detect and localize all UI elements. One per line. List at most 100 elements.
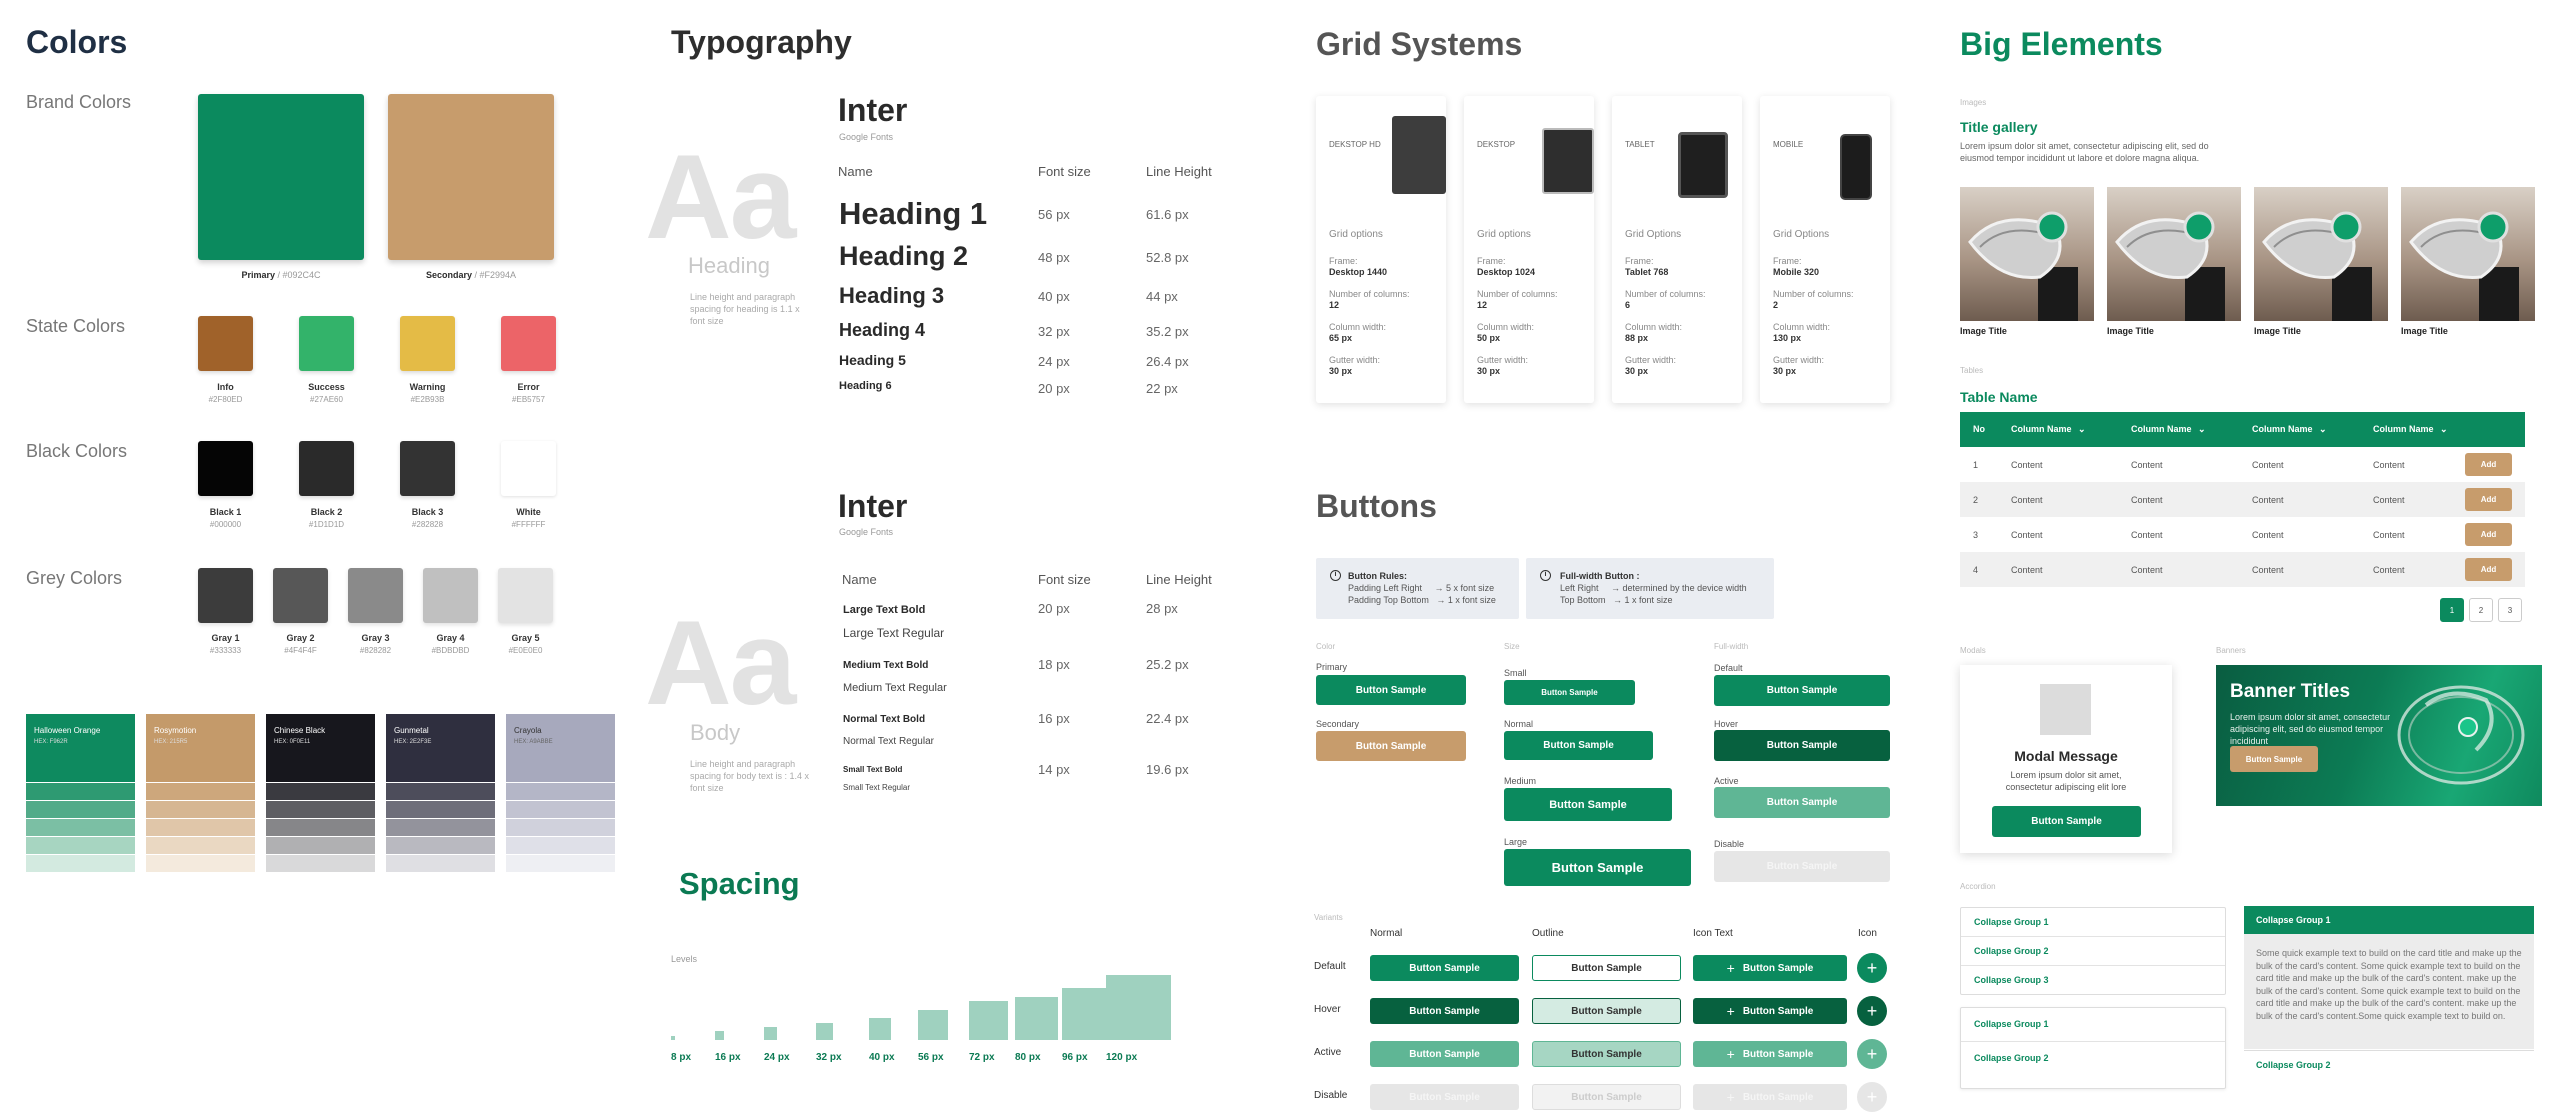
banner-button[interactable]: Button Sample [2230,746,2318,772]
table-name: Table Name [1960,389,2038,405]
palette-shade-swatch [266,855,375,872]
state-colors-label: State Colors [26,316,126,336]
black-swatch-hex: #FFFFFF [511,520,546,529]
palette-shade-swatch [266,783,375,800]
table-col-header[interactable]: Column Name ⌄ [2131,424,2206,435]
black-colors-label: Black Colors [26,441,128,461]
spacing-label: 8 px [671,1052,692,1063]
fullwidth-default-button[interactable]: Button Sample [1714,675,1890,706]
normal-button[interactable]: Button Sample [1504,731,1653,760]
plus-icon[interactable]: + [1857,1039,1887,1069]
accordion-item[interactable]: Collapse Group 2 [2244,1050,2534,1078]
fw-hover-label: Hover [1714,719,1739,729]
table-row [1960,447,2525,482]
accordion-item-label[interactable]: Collapse Group 2 [1974,1053,2049,1063]
palette-shade-swatch [146,819,255,836]
black-swatch [400,441,455,496]
table-col-header[interactable]: Column Name ⌄ [2252,424,2327,435]
gallery-description: Lorem ipsum dolor sit amet, consectetur … [1960,141,2209,163]
palette-shade-swatch [146,837,255,854]
spacing-label: 72 px [969,1052,995,1063]
accordion-open-header[interactable]: Collapse Group 1 [2244,906,2534,934]
spacing-bar [671,1035,675,1040]
variant-outline-button[interactable]: Button Sample [1532,998,1681,1024]
body-bold-sample: Large Text Bold [843,604,926,616]
accordion-item-label[interactable]: Collapse Group 1 [1974,917,2049,927]
plus-icon[interactable]: + [1857,996,1887,1026]
heading-sample-1: Heading 1 [839,196,988,231]
variant-outline-button: Button Sample [1532,1084,1681,1110]
body-regular-sample: Medium Text Regular [843,682,947,694]
variant-normal-button[interactable]: Button Sample [1370,955,1519,981]
variant-icontext-button[interactable]: + Button Sample [1693,1041,1847,1067]
accordion-label: Accordion [1960,882,1996,891]
plus-icon: + [1726,1089,1735,1105]
body-line-height: 28 px [1146,601,1178,616]
modal-button[interactable]: Button Sample [1992,806,2141,837]
palette-name: Chinese Black [274,726,326,735]
table-row [1960,552,2525,587]
modal-card: Modal Message Lorem ipsum dolor sit amet… [1960,665,2172,853]
variant-icontext-button[interactable]: + Button Sample [1693,955,1847,981]
spacing-bar [969,1001,1008,1040]
plus-icon[interactable]: + [1857,953,1887,983]
table-cell: Content [2252,495,2284,505]
large-button[interactable]: Button Sample [1504,849,1691,886]
divider [1961,1041,2225,1042]
variant-icontext-header: Icon Text [1693,928,1733,939]
btn-color-label: Color [1316,642,1336,651]
body-col-lh: Line Height [1146,572,1212,587]
plus-icon: + [1726,960,1735,976]
plus-icon: + [1726,1046,1735,1062]
table-cell: Content [2252,460,2284,470]
pagination-page[interactable]: 1 [2440,598,2464,622]
grid-field-value: Desktop 1024 [1477,267,1536,277]
add-button[interactable]: Add [2465,453,2512,476]
spacing-bar [1106,975,1171,1040]
variant-normal-button[interactable]: Button Sample [1370,1041,1519,1067]
chevron-down-icon: ⌄ [2195,424,2206,434]
small-button[interactable]: Button Sample [1504,680,1635,705]
fullwidth-hover-button[interactable]: Button Sample [1714,730,1890,761]
accordion-item-label[interactable]: Collapse Group 2 [1974,946,2049,956]
grid-option-title: Grid Options [1773,229,1830,240]
variant-outline-button[interactable]: Button Sample [1532,955,1681,981]
table-col-header[interactable]: Column Name ⌄ [2373,424,2448,435]
variant-normal-button[interactable]: Button Sample [1370,998,1519,1024]
palette-shade-swatch [386,783,495,800]
modal-title: Modal Message [2014,748,2118,764]
palette-name: Crayola [514,726,542,735]
grid-option-title: Grid options [1477,229,1531,240]
add-button[interactable]: Add [2465,488,2512,511]
medium-button[interactable]: Button Sample [1504,788,1672,821]
image-title: Image Title [2401,326,2448,336]
modal-description: Lorem ipsum dolor sit amet, consectetur … [2005,770,2127,792]
table-col-header[interactable]: Column Name ⌄ [2011,424,2086,435]
palette-shade-swatch [506,819,615,836]
spacing-label: 56 px [918,1052,944,1063]
black-swatch-name: Black 1 [209,507,242,517]
state-swatch-name: Info [217,382,234,392]
palette-base-swatch: Gunmetal HEX: 2E2F3E [386,714,495,782]
table-cell: Content [2011,565,2043,575]
palette-shade-swatch [506,801,615,818]
heading-sample-2: Heading 2 [839,241,969,271]
palette-shade-swatch [266,837,375,854]
add-button[interactable]: Add [2465,523,2512,546]
fullwidth-active-button[interactable]: Button Sample [1714,787,1890,818]
body-size: 18 px [1038,657,1070,672]
table-col-header: No [1973,424,1985,434]
pagination-page[interactable]: 2 [2469,598,2493,622]
primary-button[interactable]: Button Sample [1316,675,1466,705]
secondary-button[interactable]: Button Sample [1316,731,1466,761]
spacing-label: 32 px [816,1052,842,1063]
pagination-page[interactable]: 3 [2498,598,2522,622]
black-swatch-name: White [516,507,541,517]
ring-graphic-icon [2409,211,2519,321]
ring-image [2107,187,2241,321]
accordion-item-label[interactable]: Collapse Group 1 [1974,1019,2049,1029]
accordion-item-label[interactable]: Collapse Group 3 [1974,975,2049,985]
variant-icontext-button[interactable]: + Button Sample [1693,998,1847,1024]
variant-outline-button[interactable]: Button Sample [1532,1041,1681,1067]
add-button[interactable]: Add [2465,558,2512,581]
